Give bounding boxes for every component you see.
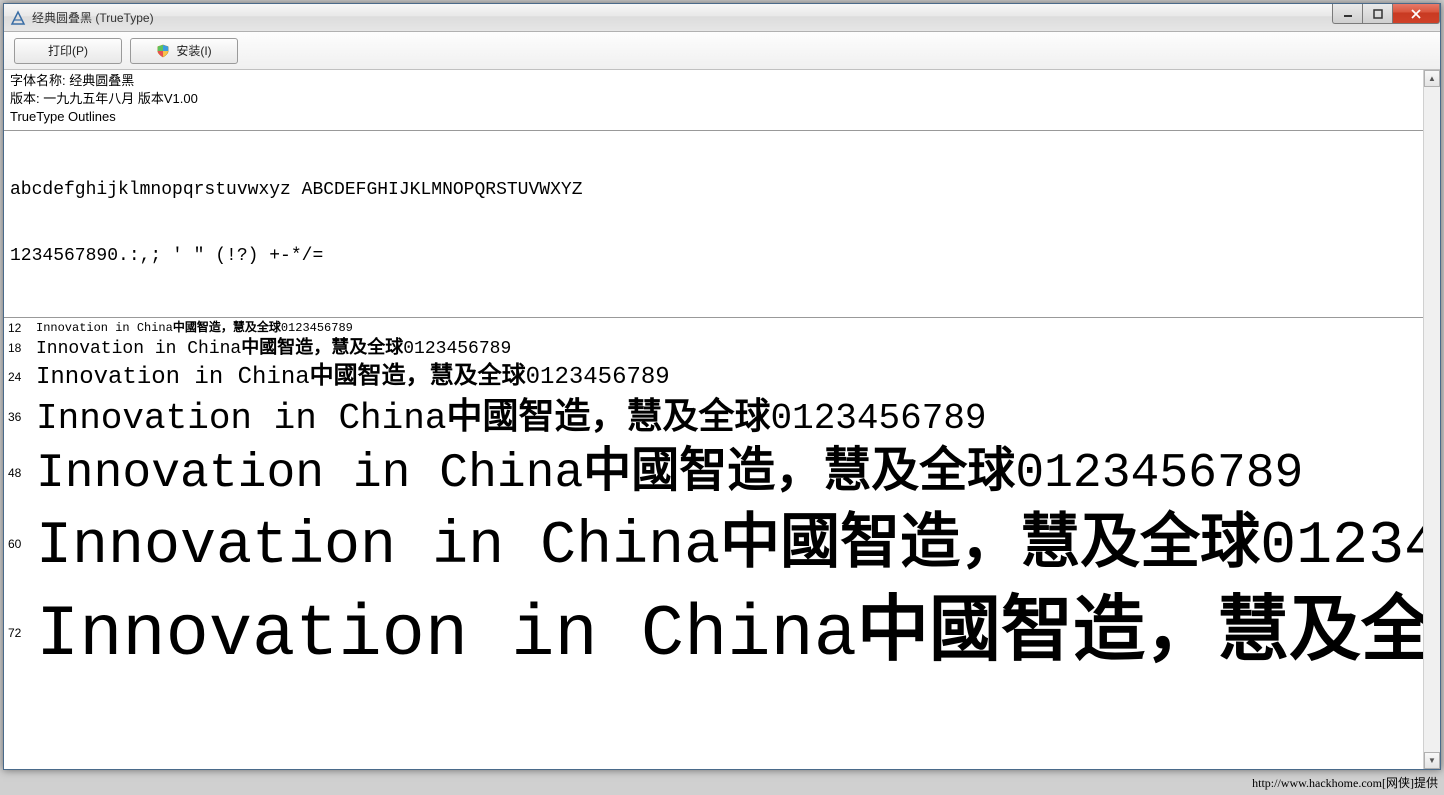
close-button[interactable] xyxy=(1392,4,1440,24)
print-button[interactable]: 打印(P) xyxy=(14,38,122,64)
toolbar: 打印(P) 安装(I) xyxy=(4,32,1440,70)
sample-cjk-text: 中國智造，慧及全球 xyxy=(173,320,281,335)
sample-latin-text: Innovation in China xyxy=(36,321,173,336)
sample-numbers-text: 0123456789 xyxy=(770,396,986,441)
footer-credit: http://www.hackhome.com[网侠]提供 xyxy=(1252,774,1438,791)
sample-row: 60Innovation in China 中國智造，慧及全球 01234567… xyxy=(8,504,1440,585)
window-title: 经典圆叠黑 (TrueType) xyxy=(32,9,154,26)
font-name-line: 字体名称: 经典圆叠黑 xyxy=(10,72,1434,90)
sample-latin-text: Innovation in China xyxy=(36,510,720,585)
sample-latin-text: Innovation in China xyxy=(36,363,310,393)
sample-latin-text: Innovation in China xyxy=(36,396,446,441)
sample-row: 36Innovation in China 中國智造，慧及全球 01234567… xyxy=(8,393,1440,441)
sample-size-label: 12 xyxy=(8,321,36,336)
sample-row: 48Innovation in China 中國智造，慧及全球 01234567… xyxy=(8,441,1440,504)
install-label: 安装(I) xyxy=(176,42,211,59)
sample-cjk-text: 中國智造，慧及全球 xyxy=(857,585,1440,675)
character-set: abcdefghijklmnopqrstuvwxyz ABCDEFGHIJKLM… xyxy=(4,131,1440,318)
sample-row: 18Innovation in China 中國智造，慧及全球 01234567… xyxy=(8,336,1440,361)
sample-cjk-text: 中國智造，慧及全球 xyxy=(446,393,770,438)
sample-latin-text: Innovation in China xyxy=(36,444,583,504)
font-viewer-window: 经典圆叠黑 (TrueType) 打印(P) xyxy=(3,3,1441,770)
font-version-line: 版本: 一九九五年八月 版本V1.00 xyxy=(10,90,1434,108)
scroll-up-icon[interactable]: ▲ xyxy=(1424,70,1440,87)
scroll-down-icon[interactable]: ▼ xyxy=(1424,752,1440,769)
sample-size-label: 48 xyxy=(8,443,36,503)
sample-cjk-text: 中國智造，慧及全球 xyxy=(310,361,526,391)
sample-cjk-text: 中國智造，慧及全球 xyxy=(583,441,1015,501)
sample-latin-text: Innovation in China xyxy=(36,590,857,680)
sample-size-label: 36 xyxy=(8,395,36,440)
sample-size-label: 60 xyxy=(8,507,36,582)
sample-cjk-text: 中國智造，慧及全球 xyxy=(720,504,1260,579)
sample-numbers-text: 0123456789 xyxy=(1260,510,1440,585)
sample-text-list: 12Innovation in China 中國智造，慧及全球 01234567… xyxy=(4,318,1440,680)
sample-row: 12Innovation in China 中國智造，慧及全球 01234567… xyxy=(8,320,1440,336)
font-outlines-line: TrueType Outlines xyxy=(10,108,1434,126)
sample-cjk-text: 中國智造，慧及全球 xyxy=(241,336,403,359)
sample-numbers-text: 0123456789 xyxy=(526,363,670,393)
titlebar[interactable]: 经典圆叠黑 (TrueType) xyxy=(4,4,1440,32)
window-controls xyxy=(1332,4,1440,24)
sample-size-label: 24 xyxy=(8,362,36,392)
sample-numbers-text: 0123456789 xyxy=(1015,444,1303,504)
sample-numbers-text: 0123456789 xyxy=(281,321,353,336)
content-area: 字体名称: 经典圆叠黑 版本: 一九九五年八月 版本V1.00 TrueType… xyxy=(4,70,1440,769)
vertical-scrollbar[interactable]: ▲ ▼ xyxy=(1423,70,1440,769)
print-label: 打印(P) xyxy=(48,42,88,59)
sample-row: 72Innovation in China 中國智造，慧及全球 01234567… xyxy=(8,585,1440,680)
install-button[interactable]: 安装(I) xyxy=(130,38,238,64)
app-icon xyxy=(10,10,26,26)
font-info: 字体名称: 经典圆叠黑 版本: 一九九五年八月 版本V1.00 TrueType… xyxy=(4,70,1440,131)
sample-latin-text: Innovation in China xyxy=(36,338,241,361)
charset-symbols: 1234567890.:,; ' " (!?) +-*/= xyxy=(10,245,1434,267)
sample-size-label: 72 xyxy=(8,588,36,678)
charset-alpha: abcdefghijklmnopqrstuvwxyz ABCDEFGHIJKLM… xyxy=(10,179,1434,201)
sample-row: 24Innovation in China 中國智造，慧及全球 01234567… xyxy=(8,361,1440,393)
sample-numbers-text: 0123456789 xyxy=(403,338,511,361)
shield-icon xyxy=(156,44,170,58)
maximize-button[interactable] xyxy=(1362,4,1392,24)
minimize-button[interactable] xyxy=(1332,4,1362,24)
sample-size-label: 18 xyxy=(8,337,36,360)
